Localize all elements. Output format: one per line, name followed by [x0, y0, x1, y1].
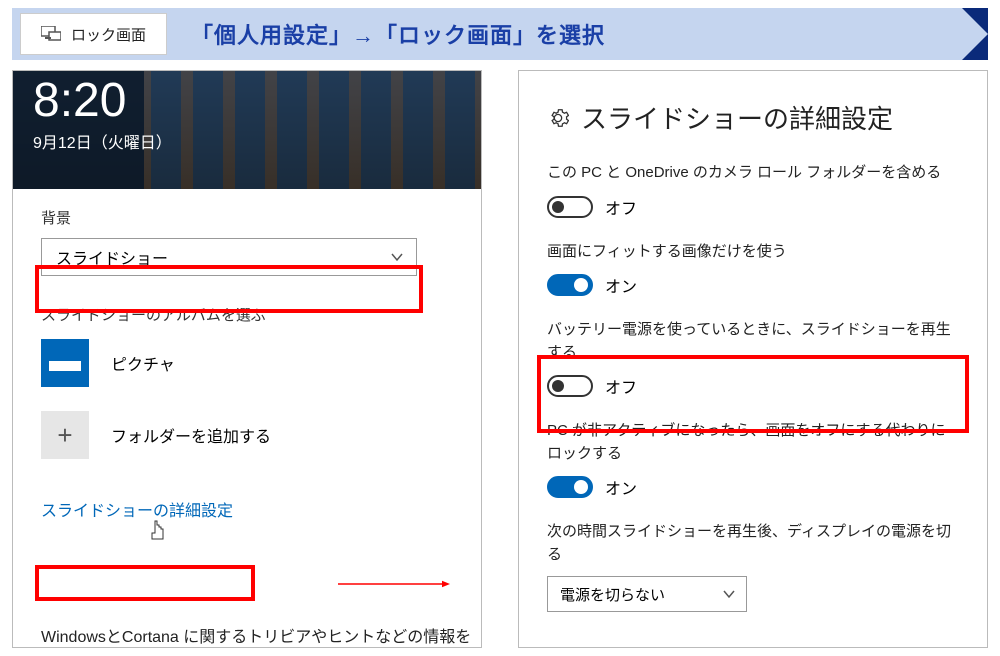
setting-camera-roll-label: この PC と OneDrive のカメラ ロール フォルダーを含める: [547, 162, 959, 185]
setting-duration: 次の時間スライドショーを再生後、ディスプレイの電源を切る 電源を切らない: [547, 521, 959, 612]
add-folder-row[interactable]: + フォルダーを追加する: [41, 411, 453, 459]
setting-camera-roll: この PC と OneDrive のカメラ ロール フォルダーを含める オフ: [547, 162, 959, 219]
setting-fit-images-label: 画面にフィットする画像だけを使う: [547, 241, 959, 264]
pointer-cursor-icon: [149, 519, 169, 543]
lock-screen-settings-panel: 8:20 9月12日（火曜日） 背景 スライドショー スライドショーのアルバムを…: [12, 70, 482, 648]
advanced-header: スライドショーの詳細設定: [547, 99, 959, 136]
toggle-fit-images-state: オン: [605, 273, 637, 297]
banner-chip-label: ロック画面: [71, 24, 146, 45]
toggle-battery[interactable]: [547, 375, 593, 397]
pictures-folder-icon: [41, 339, 89, 387]
album-pictures-label: ピクチャ: [111, 351, 175, 375]
lock-date: 9月12日（火曜日）: [33, 129, 461, 153]
banner-title: 「個人用設定」→「ロック画面」を選択: [191, 18, 605, 50]
setting-duration-label: 次の時間スライドショーを再生後、ディスプレイの電源を切る: [547, 521, 959, 566]
gear-icon: [547, 107, 569, 129]
setting-inactive-label: PC が非アクティブになったら、画面をオフにする代わりにロックする: [547, 420, 959, 465]
footer-text: WindowsとCortana に関するトリビアやヒントなどの情報を: [41, 623, 471, 647]
chevron-down-icon: [722, 587, 736, 601]
toggle-inactive[interactable]: [547, 476, 593, 498]
toggle-camera-roll-state: オフ: [605, 195, 637, 219]
monitor-icon: [41, 26, 61, 42]
toggle-camera-roll[interactable]: [547, 196, 593, 218]
advanced-slideshow-link[interactable]: スライドショーの詳細設定: [41, 497, 233, 521]
background-dropdown[interactable]: スライドショー: [41, 238, 417, 276]
background-label: 背景: [41, 207, 453, 228]
toggle-fit-images[interactable]: [547, 274, 593, 296]
setting-battery: バッテリー電源を使っているときに、スライドショーを再生する オフ: [547, 319, 959, 398]
toggle-battery-state: オフ: [605, 374, 637, 398]
background-dropdown-value: スライドショー: [56, 245, 168, 269]
lock-screen-preview: 8:20 9月12日（火曜日）: [13, 71, 481, 189]
toggle-inactive-state: オン: [605, 475, 637, 499]
advanced-title: スライドショーの詳細設定: [581, 99, 893, 136]
duration-dropdown[interactable]: 電源を切らない: [547, 576, 747, 612]
plus-icon: +: [41, 411, 89, 459]
banner-chip: ロック画面: [20, 13, 167, 55]
lock-time: 8:20: [33, 71, 461, 125]
advanced-slideshow-panel: スライドショーの詳細設定 この PC と OneDrive のカメラ ロール フ…: [518, 70, 988, 648]
setting-fit-images: 画面にフィットする画像だけを使う オン: [547, 241, 959, 298]
setting-inactive: PC が非アクティブになったら、画面をオフにする代わりにロックする オン: [547, 420, 959, 499]
duration-value: 電源を切らない: [560, 584, 665, 605]
add-folder-label: フォルダーを追加する: [111, 423, 271, 447]
setting-battery-label: バッテリー電源を使っているときに、スライドショーを再生する: [547, 319, 959, 364]
instruction-banner: ロック画面 「個人用設定」→「ロック画面」を選択: [12, 8, 988, 60]
album-label: スライドショーのアルバムを選ぶ: [41, 304, 453, 325]
chevron-down-icon: [390, 250, 404, 264]
album-pictures-row[interactable]: ピクチャ: [41, 339, 453, 387]
highlight-advanced-link: [35, 565, 255, 601]
